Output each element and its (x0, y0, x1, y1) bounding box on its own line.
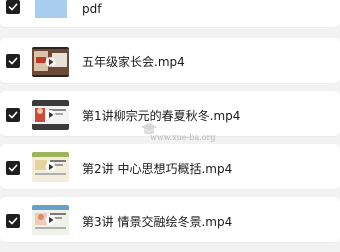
list-item[interactable]: 五年级家长会.mp4 (0, 38, 340, 84)
list-item[interactable]: 第2讲 中心思想巧概括.mp4 (0, 144, 340, 190)
checkmark-icon (8, 57, 18, 65)
file-name: 五年级家长会.mp4 (82, 55, 185, 69)
list-item[interactable]: 第3讲 情景交融绘冬景.mp4 (0, 197, 340, 243)
video-thumbnail (32, 47, 69, 77)
file-list: pdf 五年级家长会.mp4 第1讲柳宗元的春夏秋冬.mp4 第2讲 中心思想巧… (0, 0, 340, 252)
checkmark-icon (8, 217, 18, 225)
checkbox[interactable] (6, 214, 20, 228)
checkmark-icon (8, 164, 18, 172)
watermark-text: www.xue-ba.org (150, 133, 216, 142)
list-item[interactable]: 第1讲柳宗元的春夏秋冬.mp4 (0, 91, 340, 137)
checkmark-icon (8, 3, 18, 11)
file-name: 第3讲 情景交融绘冬景.mp4 (82, 215, 233, 229)
file-name: 第1讲柳宗元的春夏秋冬.mp4 (82, 109, 241, 123)
list-item[interactable]: pdf (0, 0, 340, 28)
file-name: 第2讲 中心思想巧概括.mp4 (82, 162, 233, 176)
checkbox[interactable] (6, 108, 20, 122)
checkmark-icon (8, 111, 18, 119)
video-thumbnail (32, 152, 69, 182)
video-thumbnail (32, 100, 69, 130)
checkbox[interactable] (6, 161, 20, 175)
video-thumbnail (32, 205, 69, 235)
checkbox[interactable] (6, 0, 20, 14)
file-name: pdf (82, 2, 102, 16)
checkbox[interactable] (6, 54, 20, 68)
folder-icon (35, 0, 67, 18)
